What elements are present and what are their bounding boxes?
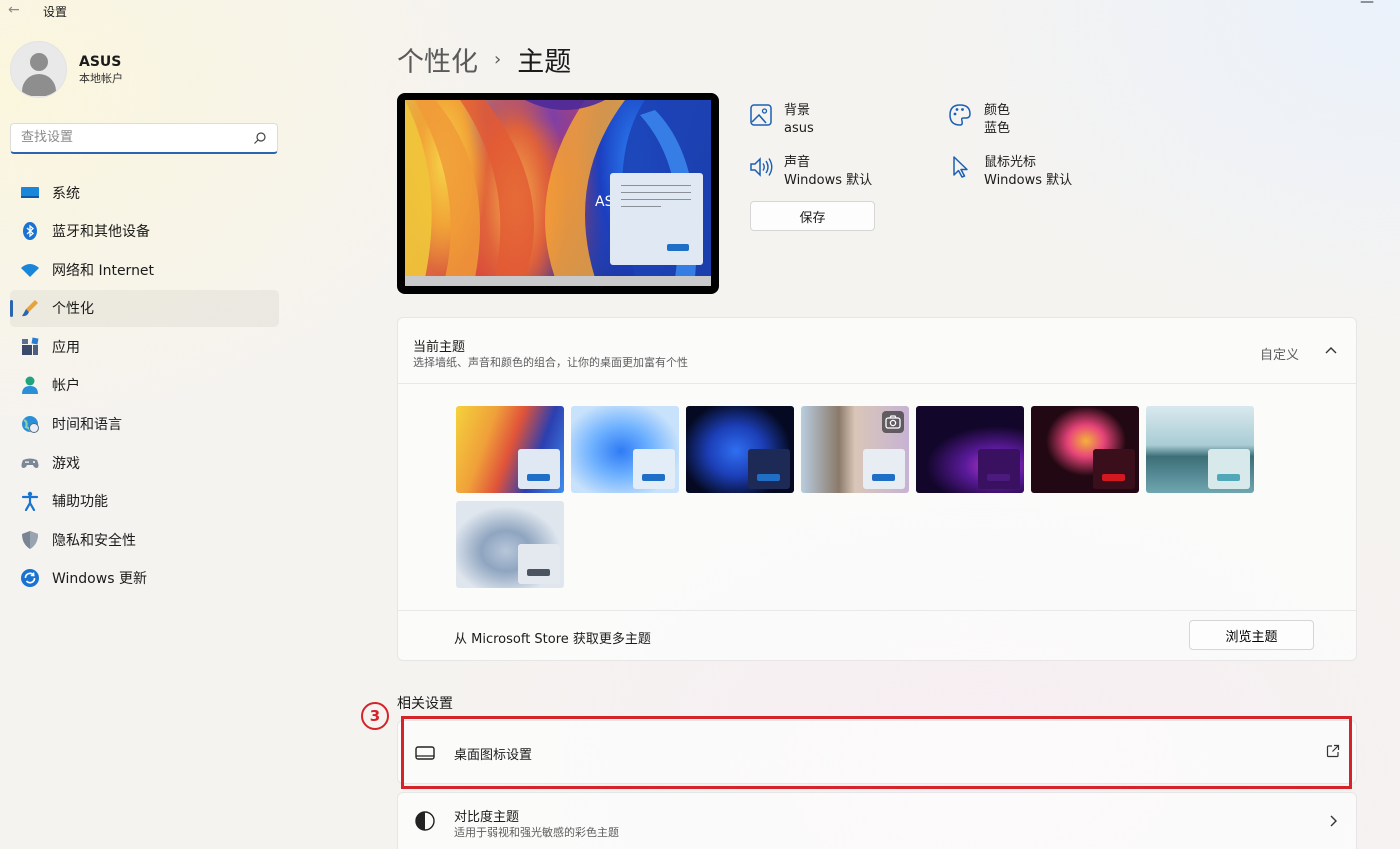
background-info[interactable]: 背景 asus [784, 102, 814, 138]
back-arrow-icon[interactable]: ← [8, 2, 20, 18]
cursor-icon[interactable] [948, 155, 972, 179]
theme-thumbnail-windows-dark[interactable] [686, 406, 794, 493]
breadcrumb-parent[interactable]: 个性化 [397, 40, 478, 79]
sidebar-item-label: 系统 [52, 185, 80, 202]
avatar [10, 41, 67, 98]
save-button[interactable]: 保存 [750, 201, 875, 231]
chevron-up-icon[interactable] [1324, 345, 1338, 355]
sound-value: Windows 默认 [784, 173, 873, 188]
sidebar-item-label: 游戏 [52, 455, 80, 472]
minimize-icon[interactable]: — [1360, 0, 1374, 10]
theme-thumbnail-flow[interactable] [456, 501, 564, 588]
theme-thumbnail-captured-motion[interactable] [1031, 406, 1139, 493]
wifi-icon [20, 260, 40, 280]
sidebar-item-accessibility[interactable]: 辅助功能 [10, 483, 279, 520]
title-bar: ← 设置 — [0, 0, 1400, 22]
contrast-themes-row[interactable]: 对比度主题 适用于弱视和强光敏感的彩色主题 [397, 792, 1357, 849]
apps-icon [20, 337, 40, 357]
brush-icon [20, 298, 40, 318]
theme-thumbnail-sunrise[interactable] [1146, 406, 1254, 493]
color-label: 颜色 [984, 103, 1011, 118]
globe-clock-icon [20, 414, 40, 434]
sidebar-item-label: 辅助功能 [52, 494, 108, 511]
sound-info[interactable]: 声音 Windows 默认 [784, 154, 872, 190]
person-icon [20, 375, 40, 395]
theme-thumbnail-glow[interactable] [916, 406, 1024, 493]
sidebar-item-time-language[interactable]: 时间和语言 [10, 406, 279, 443]
contrast-themes-subtitle: 适用于弱视和强光敏感的彩色主题 [454, 826, 619, 839]
theme-thumbnail-windows-spotlight[interactable] [801, 406, 909, 493]
sidebar-item-system[interactable]: 系统 [10, 174, 279, 211]
preview-window [610, 173, 703, 265]
app-title: 设置 [43, 5, 68, 19]
sidebar-item-label: 网络和 Internet [52, 262, 155, 279]
current-theme-card: 当前主题 选择墙纸、声音和颜色的组合，让你的桌面更加富有个性 自定义 从 Mic… [397, 317, 1357, 661]
current-theme-subtitle: 选择墙纸、声音和颜色的组合，让你的桌面更加富有个性 [413, 356, 688, 369]
related-settings-title: 相关设置 [397, 696, 453, 712]
theme-thumbnail-windows-light[interactable] [571, 406, 679, 493]
update-icon [20, 568, 40, 588]
sidebar-item-label: 帐户 [52, 378, 80, 395]
breadcrumb-separator: › [494, 49, 502, 70]
picture-icon[interactable] [749, 103, 773, 127]
contrast-themes-title: 对比度主题 [454, 810, 520, 825]
sidebar-nav: 系统 蓝牙和其他设备 网络和 Internet 个性化 应用 帐户 时间和语言 … [10, 174, 279, 599]
sound-label: 声音 [784, 155, 811, 170]
store-text: 从 Microsoft Store 获取更多主题 [454, 632, 651, 647]
color-value: 蓝色 [984, 121, 1011, 136]
color-info[interactable]: 颜色 蓝色 [984, 102, 1010, 138]
sidebar-item-label: 个性化 [52, 301, 94, 318]
theme-thumbnail-asus[interactable] [456, 406, 564, 493]
sidebar-item-label: 时间和语言 [52, 417, 122, 434]
sidebar-item-label: 应用 [52, 339, 80, 356]
sidebar-item-label: 隐私和安全性 [52, 532, 136, 549]
current-theme-title: 当前主题 [413, 340, 466, 355]
contrast-icon [415, 811, 435, 831]
cursor-info[interactable]: 鼠标光标 Windows 默认 [984, 154, 1072, 190]
current-theme-header[interactable]: 当前主题 选择墙纸、声音和颜色的组合，让你的桌面更加富有个性 自定义 [398, 318, 1356, 384]
speaker-icon[interactable] [749, 155, 773, 179]
highlight-box [401, 716, 1352, 789]
search-box[interactable] [10, 123, 278, 154]
palette-icon[interactable] [948, 103, 972, 127]
sidebar-item-accounts[interactable]: 帐户 [10, 367, 279, 404]
sidebar-item-personalization[interactable]: 个性化 [10, 289, 279, 327]
sidebar-item-privacy[interactable]: 隐私和安全性 [10, 521, 279, 558]
profile-account-type: 本地帐户 [79, 72, 123, 85]
sidebar-item-label: Windows 更新 [52, 571, 147, 588]
chevron-right-icon[interactable] [1328, 814, 1338, 828]
current-theme-status: 自定义 [1259, 348, 1299, 363]
step-marker: 3 [361, 702, 389, 730]
bluetooth-icon [20, 221, 40, 241]
sidebar-item-network[interactable]: 网络和 Internet [10, 251, 279, 288]
display-icon [20, 183, 40, 203]
cursor-label: 鼠标光标 [984, 155, 1037, 170]
background-value: asus [784, 121, 814, 136]
sidebar-item-apps[interactable]: 应用 [10, 328, 279, 365]
store-row: 从 Microsoft Store 获取更多主题 浏览主题 [398, 610, 1356, 660]
page-title: 主题 [517, 47, 572, 78]
profile-name: ASUS [79, 54, 122, 70]
search-icon[interactable] [253, 131, 267, 145]
browse-themes-button[interactable]: 浏览主题 [1189, 620, 1314, 650]
accessibility-icon [20, 491, 40, 512]
cursor-value: Windows 默认 [984, 173, 1073, 188]
sidebar-item-gaming[interactable]: 游戏 [10, 444, 279, 481]
background-label: 背景 [784, 103, 811, 118]
preview-taskbar [405, 276, 711, 286]
gamepad-icon [20, 453, 40, 473]
camera-icon [882, 411, 904, 433]
user-profile[interactable]: ASUS 本地帐户 [10, 41, 123, 98]
sidebar-item-label: 蓝牙和其他设备 [52, 224, 150, 241]
shield-icon [20, 530, 40, 550]
theme-preview: ASU [397, 93, 719, 294]
sidebar-item-windows-update[interactable]: Windows 更新 [10, 560, 279, 597]
breadcrumb: 个性化 › 主题 [397, 40, 571, 79]
sidebar-item-bluetooth[interactable]: 蓝牙和其他设备 [10, 213, 279, 250]
search-input[interactable] [11, 124, 241, 151]
